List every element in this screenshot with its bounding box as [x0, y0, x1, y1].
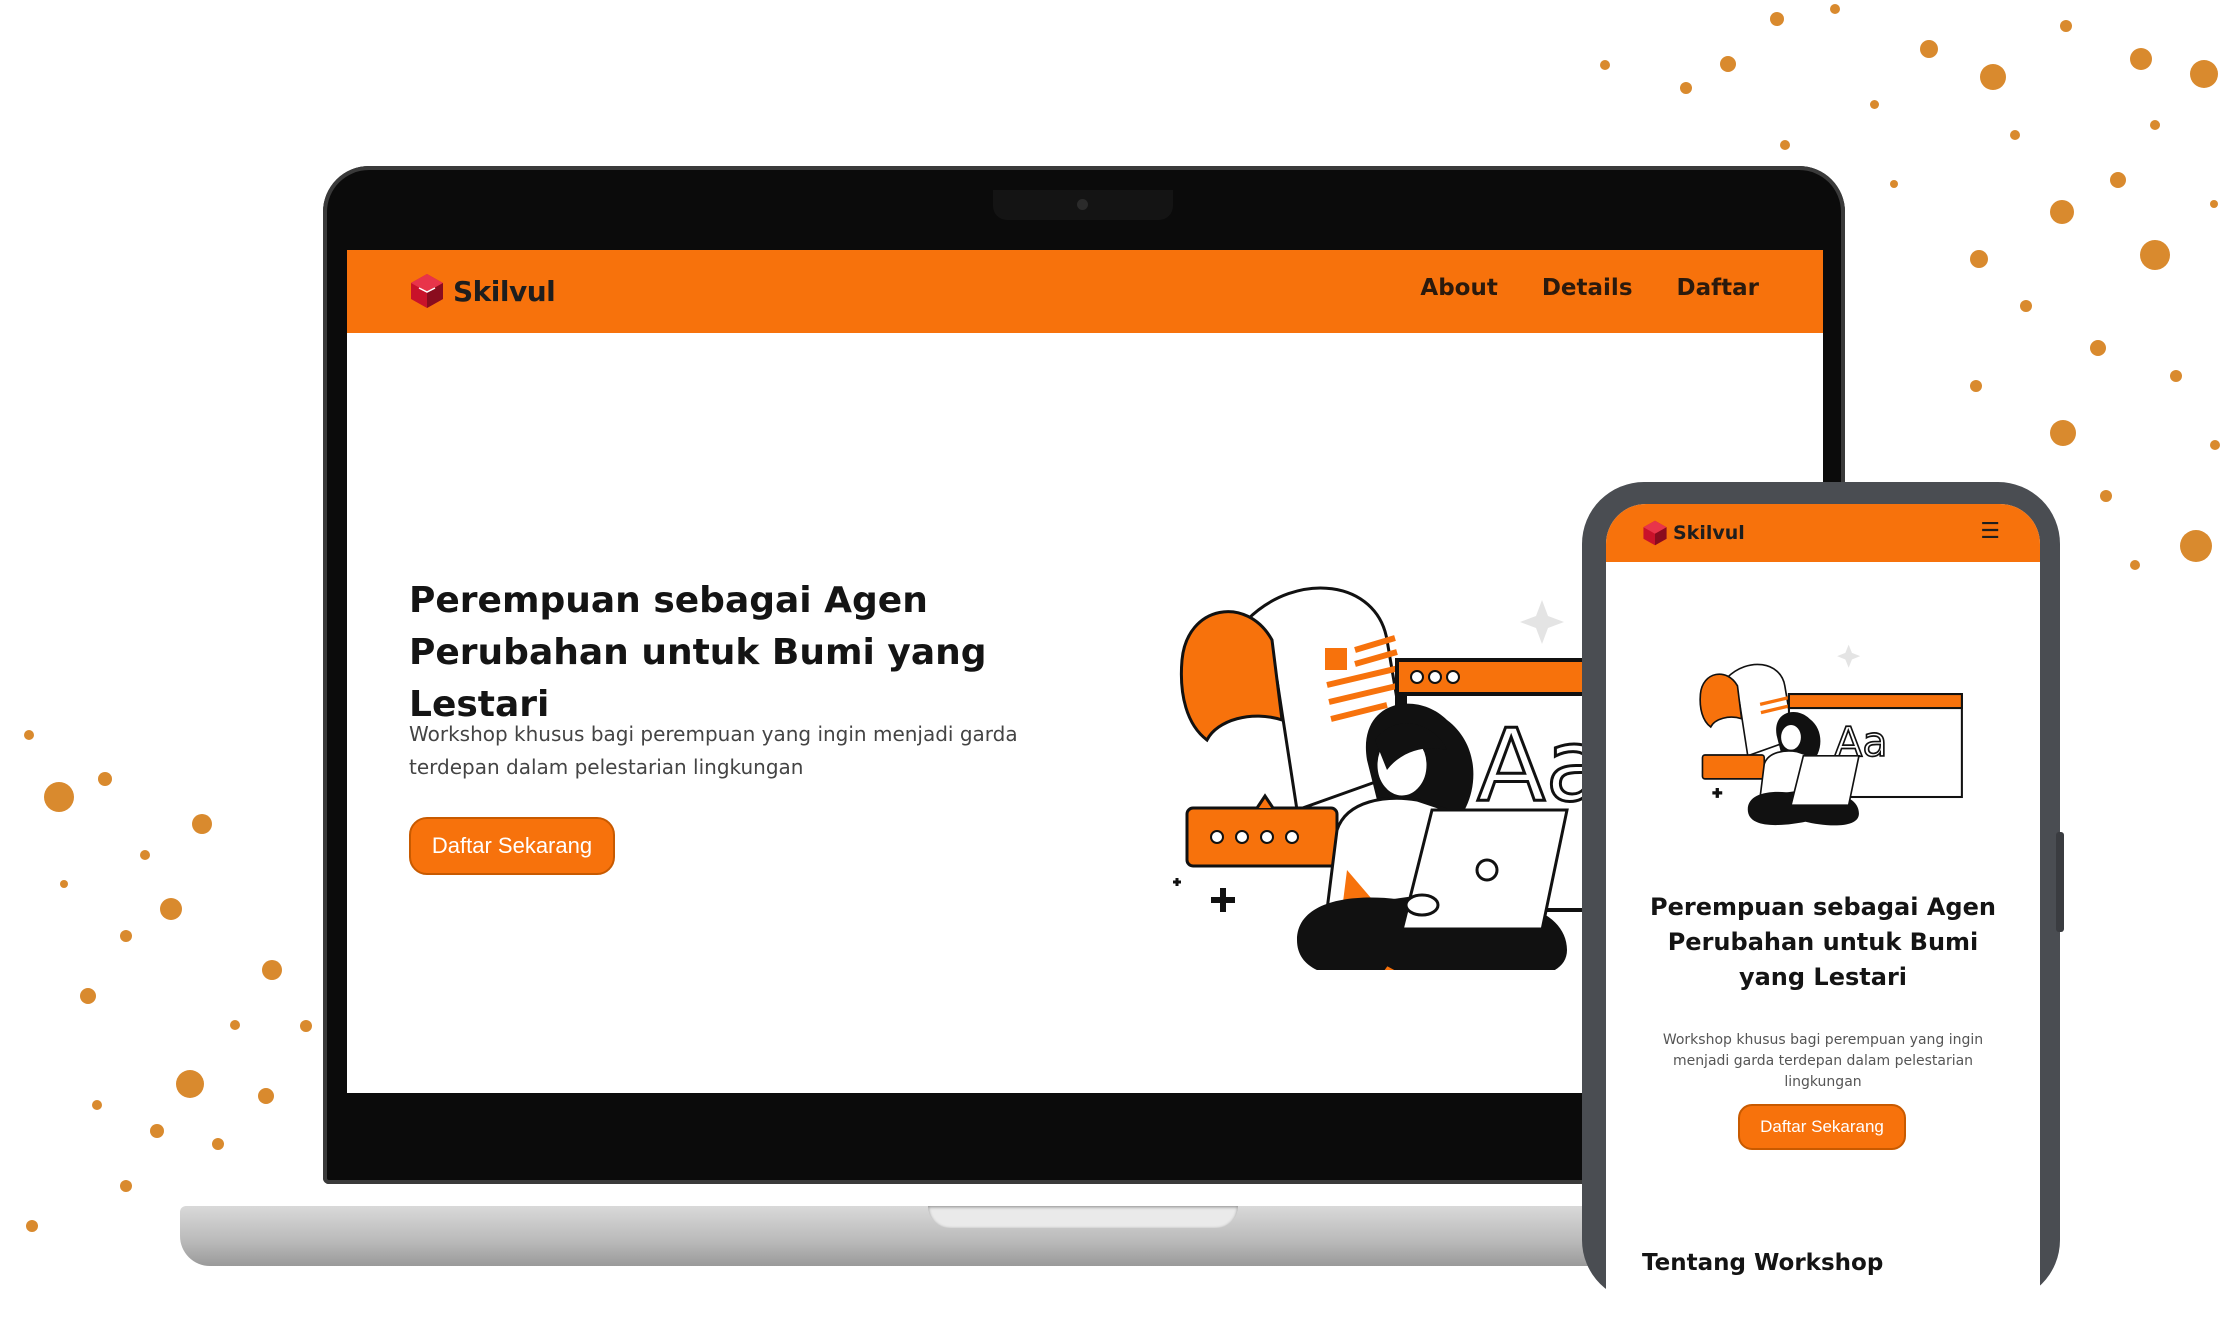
nav-links: About Details Daftar — [1420, 275, 1759, 301]
hero-subtitle: Workshop khusus bagi perempuan yang ingi… — [409, 722, 1018, 779]
hero-title: Perempuan sebagai Agen Perubahan untuk B… — [409, 580, 987, 725]
mobile-register-now-button[interactable]: Daftar Sekarang — [1738, 1104, 1906, 1150]
phone-mockup: Skilvul ☰ Aa Perempuan sebagai Agen Peru… — [1582, 482, 2064, 1324]
mobile-hero-illustration: Aa — [1699, 644, 1963, 826]
mobile-brand-logo[interactable]: Skilvul — [1642, 519, 1745, 547]
camera-icon — [1077, 199, 1088, 210]
mobile-navbar: Skilvul ☰ — [1606, 504, 2040, 562]
phone-screen: Skilvul ☰ Aa Perempuan sebagai Agen Peru… — [1606, 504, 2040, 1324]
brand-logo[interactable]: Skilvul — [409, 272, 556, 310]
mobile-brand-name: Skilvul — [1673, 522, 1745, 544]
nav-link-details[interactable]: Details — [1542, 275, 1633, 301]
skilvul-logo-icon — [1643, 520, 1667, 546]
skilvul-logo-icon — [411, 274, 443, 308]
mobile-hero-subtitle: Workshop khusus bagi perempuan yang ingi… — [1662, 1032, 1984, 1090]
laptop-notch — [993, 190, 1173, 220]
navbar: Skilvul About Details Daftar — [347, 250, 1823, 333]
brand-name: Skilvul — [453, 274, 556, 308]
paint-splatter-left — [0, 720, 330, 1260]
laptop-hinge — [928, 1206, 1238, 1228]
mobile-hero-title: Perempuan sebagai Agen Perubahan untuk B… — [1650, 893, 1996, 991]
section-heading-about-workshop: Tentang Workshop — [1642, 1250, 1884, 1276]
nav-link-daftar[interactable]: Daftar — [1677, 275, 1759, 301]
hamburger-menu-icon[interactable]: ☰ — [1980, 520, 2000, 544]
register-now-button[interactable]: Daftar Sekarang — [409, 817, 615, 875]
phone-side-button — [2056, 832, 2064, 932]
nav-link-about[interactable]: About — [1420, 275, 1497, 301]
